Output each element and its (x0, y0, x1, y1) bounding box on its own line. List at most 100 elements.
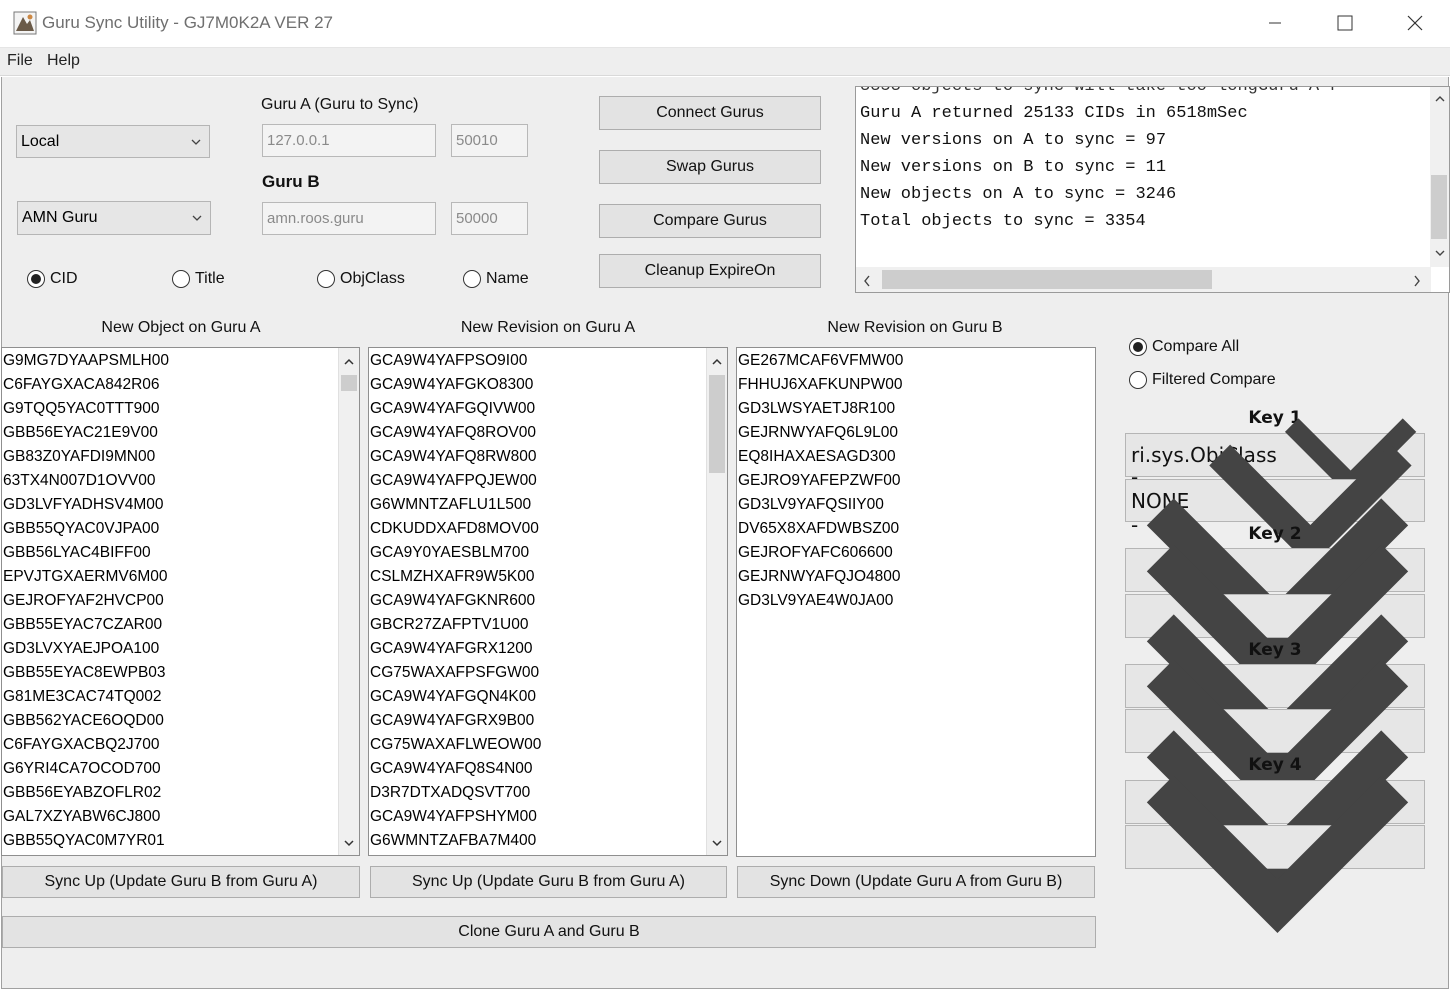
list-new-object-a[interactable]: G9MG7DYAAPSMLH00 C6FAYGXACA842R06 G9TQQ5YA… (1, 347, 360, 856)
list-item[interactable]: G6WMNTZAFLU1L500 (369, 493, 727, 517)
log-output[interactable]: 3353 objects to sync will take too longG… (855, 86, 1450, 293)
guru-a-port-field[interactable]: 50010 (451, 124, 528, 157)
list-item[interactable]: EQ8IHAXAESAGD300 (737, 445, 1095, 469)
list-item[interactable]: GD3LV9YAFQSIIY00 (737, 493, 1095, 517)
list-new-revision-a[interactable]: GCA9W4YAFPSO9I00 GCA9W4YAFGKO8300 GCA9W4YA… (368, 347, 728, 856)
list-item[interactable]: G81ME3CAC74TQ002 (2, 685, 359, 709)
guru-b-port-field[interactable]: 50000 (451, 202, 528, 235)
scroll-up-icon[interactable] (1430, 89, 1449, 109)
radio-title[interactable]: Title (172, 270, 225, 288)
list-item[interactable]: G9MG7DYAAPSMLH00 (2, 349, 359, 373)
list-item[interactable]: GD3LV9YAE4W0JA00 (737, 589, 1095, 613)
compare-gurus-button[interactable]: Compare Gurus (599, 204, 821, 238)
log-line: New versions on A to sync = 97 (860, 131, 1167, 150)
list-item[interactable]: GB83Z0YAFDI9MN00 (2, 445, 359, 469)
menu-file[interactable]: File (7, 52, 33, 70)
list-item[interactable]: DV65X8XAFDWBSZ00 (737, 517, 1095, 541)
radio-name[interactable]: Name (463, 270, 529, 288)
guru-b-combo[interactable]: AMN Guru (17, 201, 211, 235)
connect-gurus-button[interactable]: Connect Gurus (599, 96, 821, 130)
scroll-up-icon[interactable] (339, 352, 359, 372)
list-item[interactable]: GCA9W4YAFQ8RW800 (369, 445, 727, 469)
list-item[interactable]: GCA9W4YAFGRX1200 (369, 637, 727, 661)
list-item[interactable]: D3R7DTXADQSVT700 (369, 781, 727, 805)
list-item[interactable]: G6WMNTZAFBA7M400 (369, 829, 727, 853)
list-item[interactable]: GCA9W4YAFQ8S4N00 (369, 757, 727, 781)
list-item[interactable]: GBB56EYAC21E9V00 (2, 421, 359, 445)
list-item[interactable]: GEJRNWYAFQJO4800 (737, 565, 1095, 589)
list-item[interactable]: GBB55QYAC0VJPA00 (2, 517, 359, 541)
sync-down-button[interactable]: Sync Down (Update Guru A from Guru B) (737, 866, 1095, 898)
list-item[interactable]: GEJRNWYAFQ6L9L00 (737, 421, 1095, 445)
radio-objclass[interactable]: ObjClass (317, 270, 405, 288)
list-item[interactable]: C6FAYGXACBQ2J700 (2, 733, 359, 757)
list-item[interactable]: GBB56LYAC4BIFF00 (2, 541, 359, 565)
sync-up-button-2[interactable]: Sync Up (Update Guru B from Guru A) (370, 866, 727, 898)
chevron-down-icon (192, 215, 202, 221)
list-item[interactable]: GCA9W4YAFPSHYM00 (369, 805, 727, 829)
list-item[interactable]: G9TQQ5YAC0TTT900 (2, 397, 359, 421)
list-item[interactable]: GD3LVXYAEJPOA100 (2, 637, 359, 661)
list-item[interactable]: GEJROFYAFC606600 (737, 541, 1095, 565)
list-item[interactable]: EPVJTGXAERMV6M00 (2, 565, 359, 589)
scroll-thumb[interactable] (882, 270, 1212, 289)
list-item[interactable]: CG75WAXAFPSFGW00 (369, 661, 727, 685)
guru-a-combo[interactable]: Local (16, 125, 210, 158)
log-vertical-scrollbar[interactable] (1430, 87, 1449, 267)
list-item[interactable]: GBCR27ZAFPTV1U00 (369, 613, 727, 637)
list-item[interactable]: CG75WAXAFLWEOW00 (369, 733, 727, 757)
scroll-thumb[interactable] (1431, 175, 1447, 239)
list-item[interactable]: GCA9W4YAFGKNR600 (369, 589, 727, 613)
list-new-revision-b[interactable]: GE267MCAF6VFMW00 FHHUJ6XAFKUNPW00 GD3LWSYA… (736, 347, 1096, 857)
list-item[interactable]: GEJROFYAF2HVCP00 (2, 589, 359, 613)
list-item[interactable]: GD3LVFYADHSV4M00 (2, 493, 359, 517)
list-item[interactable]: FHHUJ6XAFKUNPW00 (737, 373, 1095, 397)
list-item[interactable]: GBB562YACE6OQD00 (2, 709, 359, 733)
scroll-down-icon[interactable] (1430, 243, 1449, 263)
list-item[interactable]: GEJRO9YAFEPZWF00 (737, 469, 1095, 493)
maximize-button[interactable] (1310, 0, 1380, 46)
menu-help[interactable]: Help (47, 52, 80, 70)
scroll-thumb[interactable] (709, 375, 725, 473)
close-button[interactable] (1380, 0, 1450, 46)
list-vertical-scrollbar[interactable] (338, 348, 359, 855)
list-item[interactable]: C6FAYGXACA842R06 (2, 373, 359, 397)
scroll-down-icon[interactable] (707, 833, 727, 853)
radio-compare-all[interactable]: Compare All (1129, 338, 1239, 356)
list-item[interactable]: 63TX4N007D1OVV00 (2, 469, 359, 493)
radio-cid[interactable]: CID (27, 270, 78, 288)
log-horizontal-scrollbar[interactable] (856, 267, 1431, 292)
list-item[interactable]: GBB55QYAC0M7YR01 (2, 829, 359, 853)
list-item[interactable]: G6YRI4CA7OCOD700 (2, 757, 359, 781)
list-item[interactable]: GD3LWSYAETJ8R100 (737, 397, 1095, 421)
guru-b-host-field[interactable]: amn.roos.guru (262, 202, 436, 235)
cleanup-expireon-button[interactable]: Cleanup ExpireOn (599, 254, 821, 288)
list-item[interactable]: GBB55EYAC7CZAR00 (2, 613, 359, 637)
guru-a-host-field[interactable]: 127.0.0.1 (262, 124, 436, 157)
list-item[interactable]: GCA9W4YAFGQN4K00 (369, 685, 727, 709)
list-item[interactable]: GCA9W4YAFGKO8300 (369, 373, 727, 397)
sync-up-button-1[interactable]: Sync Up (Update Guru B from Guru A) (2, 866, 360, 898)
list-item[interactable]: GBB56EYABZOFLR02 (2, 781, 359, 805)
list-item[interactable]: GCA9W4YAFPSO9I00 (369, 349, 727, 373)
key-4-combo-b[interactable] (1125, 774, 1425, 933)
clone-gurus-button[interactable]: Clone Guru A and Guru B (2, 916, 1096, 948)
list-item[interactable]: GCA9W4YAFGRX9B00 (369, 709, 727, 733)
scroll-up-icon[interactable] (707, 352, 727, 372)
scroll-thumb[interactable] (341, 375, 357, 391)
list-item[interactable]: CDKUDDXAFD8MOV00 (369, 517, 727, 541)
list-item[interactable]: GCA9W4YAFPQJEW00 (369, 469, 727, 493)
scroll-down-icon[interactable] (339, 833, 359, 853)
list-item[interactable]: GBB55EYAC8EWPB03 (2, 661, 359, 685)
list-item[interactable]: GE267MCAF6VFMW00 (737, 349, 1095, 373)
list-item[interactable]: GCA9Y0YAESBLM700 (369, 541, 727, 565)
list-vertical-scrollbar[interactable] (706, 348, 727, 855)
swap-gurus-button[interactable]: Swap Gurus (599, 150, 821, 184)
scroll-left-icon[interactable] (862, 273, 872, 291)
scroll-right-icon[interactable] (1412, 273, 1422, 291)
list-item[interactable]: GCA9W4YAFGQIVW00 (369, 397, 727, 421)
minimize-button[interactable] (1240, 0, 1310, 46)
list-item[interactable]: GAL7XZYABW6CJ800 (2, 805, 359, 829)
list-item[interactable]: CSLMZHXAFR9W5K00 (369, 565, 727, 589)
list-item[interactable]: GCA9W4YAFQ8ROV00 (369, 421, 727, 445)
